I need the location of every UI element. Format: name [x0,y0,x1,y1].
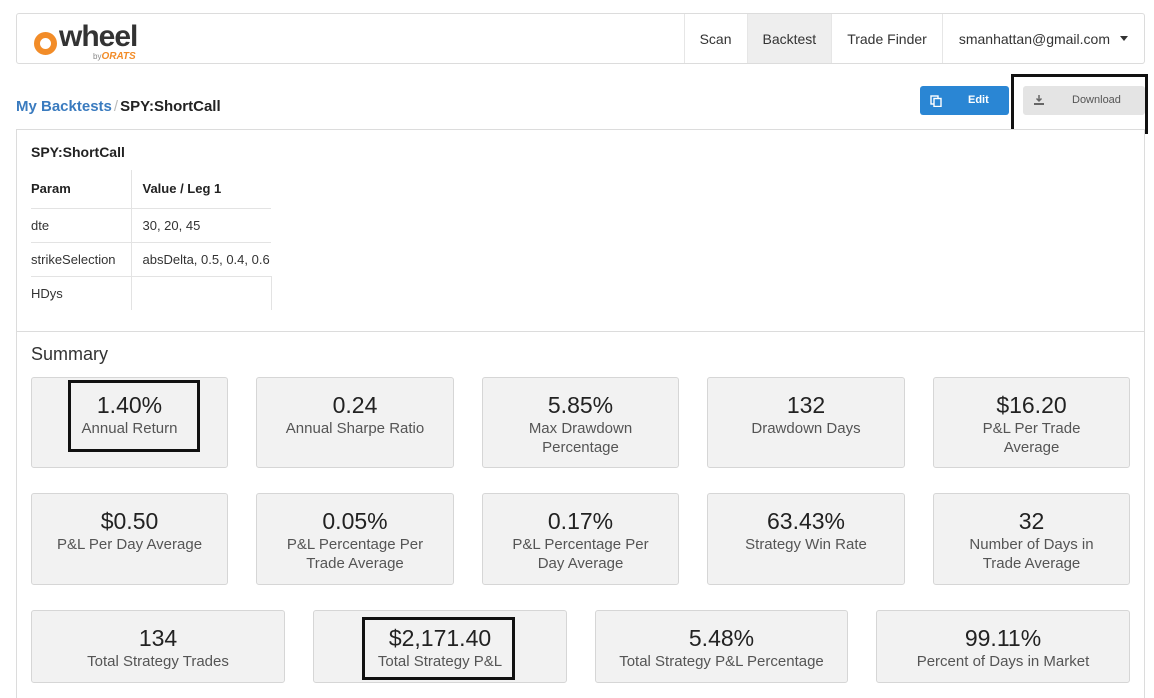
caret-down-icon [1120,36,1128,41]
stat-label: P&L Per Trade Average [982,420,1081,456]
stat-label: P&L Percentage Per Day Average [512,536,649,572]
stat-label: Drawdown Days [751,420,861,437]
copy-icon [930,95,942,107]
wheel-logo[interactable]: wheel byORATS [33,20,153,62]
stat-card-days-in-market: 99.11% Percent of Days in Market [876,610,1130,683]
stat-value: $0.50 [100,508,159,534]
breadcrumb-separator: / [113,98,119,115]
param-value [131,276,272,310]
wheel-ring-icon [34,32,57,55]
stat-value: 63.43% [766,508,845,534]
stat-value: 5.85% [547,392,614,418]
stat-label: Annual Sharpe Ratio [285,420,425,437]
nav-item-backtest[interactable]: Backtest [746,14,832,63]
stat-value: 99.11% [964,625,1042,651]
strategy-name: SPY:ShortCall [31,144,125,160]
param-column-header: Param [31,170,132,209]
user-email: smanhattan@gmail.com [958,30,1110,47]
stat-label: Strategy Win Rate [745,536,867,553]
stat-card-pl-per-trade: $16.20 P&L Per Trade Average [933,377,1130,468]
params-table: Param Value / Leg 1 dte 30, 20, 45 strik… [31,170,272,310]
table-row: dte 30, 20, 45 [31,208,271,243]
logo-subtitle: byORATS [93,51,136,62]
edit-button-label: Edit [968,94,989,106]
top-navbar: wheel byORATS Scan Backtest Trade Finder… [16,13,1145,64]
stat-card-max-drawdown: 5.85% Max Drawdown Percentage [482,377,679,468]
section-divider [17,331,1144,332]
stat-value: 32 [1018,508,1045,534]
total-pl-highlight-box [362,617,515,680]
stat-value: 134 [138,625,178,651]
stat-card-win-rate: 63.43% Strategy Win Rate [707,493,905,585]
user-menu-dropdown[interactable]: smanhattan@gmail.com [941,14,1144,63]
value-column-header: Value / Leg 1 [131,170,271,209]
param-name: strikeSelection [31,242,132,277]
edit-button[interactable]: Edit [920,86,1009,115]
nav-menu: Scan Backtest Trade Finder smanhattan@gm… [683,14,1144,63]
stat-value: 0.24 [332,392,378,418]
nav-item-scan[interactable]: Scan [683,14,747,63]
stat-card-sharpe-ratio: 0.24 Annual Sharpe Ratio [256,377,454,468]
stat-value: 132 [786,392,826,418]
stat-card-total-pl-pct: 5.48% Total Strategy P&L Percentage [595,610,848,683]
logo-text: wheel [59,20,138,53]
stat-card-total-trades: 134 Total Strategy Trades [31,610,285,683]
stat-card-pl-pct-per-trade: 0.05% P&L Percentage Per Trade Average [256,493,454,585]
stat-value: 0.05% [322,508,388,534]
stat-value: 5.48% [688,625,755,651]
nav-item-trade-finder[interactable]: Trade Finder [831,14,942,63]
stat-value: 0.17% [547,508,614,534]
param-name: dte [31,208,132,243]
stat-label: P&L Per Day Average [56,536,203,553]
annual-return-highlight-box [68,380,200,452]
param-value: absDelta, 0.5, 0.4, 0.6 [131,242,271,277]
breadcrumb: My Backtests / SPY:ShortCall [16,98,221,115]
table-row: HDys [31,276,272,310]
stat-card-pl-per-day: $0.50 P&L Per Day Average [31,493,228,585]
table-row: strikeSelection absDelta, 0.5, 0.4, 0.6 [31,242,271,277]
download-highlight-box [1011,74,1148,134]
stat-label: Total Strategy Trades [87,653,229,670]
stat-label: Number of Days in Trade Average [969,536,1094,572]
stat-card-pl-pct-per-day: 0.17% P&L Percentage Per Day Average [482,493,679,585]
param-name: HDys [31,276,132,310]
breadcrumb-my-backtests[interactable]: My Backtests [16,98,112,115]
stat-card-drawdown-days: 132 Drawdown Days [707,377,905,468]
stat-card-days-in-trade: 32 Number of Days in Trade Average [933,493,1130,585]
summary-title: Summary [31,344,109,364]
stat-label: Total Strategy P&L Percentage [619,653,824,670]
param-value: 30, 20, 45 [131,208,271,243]
stat-label: Max Drawdown Percentage [528,420,633,456]
stat-value: $16.20 [996,392,1067,418]
breadcrumb-current: SPY:ShortCall [120,98,221,115]
stat-label: P&L Percentage Per Trade Average [286,536,424,572]
params-header-row: Param Value / Leg 1 [31,170,271,209]
stat-label: Percent of Days in Market [916,653,1090,670]
